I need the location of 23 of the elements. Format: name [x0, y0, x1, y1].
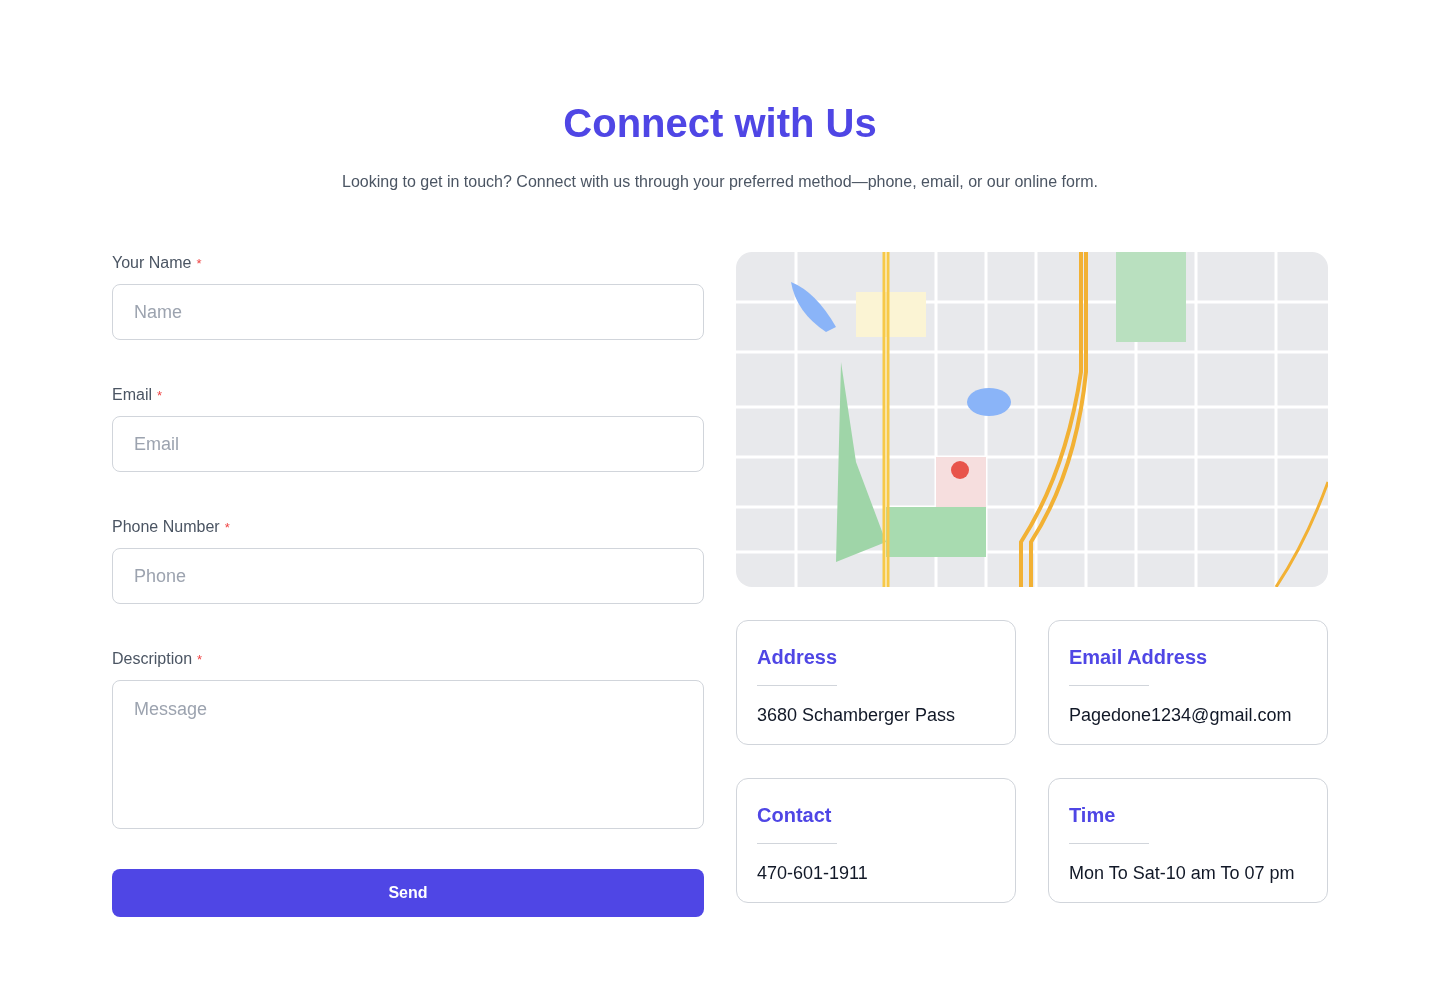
card-title: Time [1069, 803, 1116, 828]
input-field[interactable]: Name [112, 284, 704, 340]
required-mark: * [157, 387, 163, 405]
page-title: Connect with Us [562, 100, 878, 147]
card-title: Email Address [1069, 645, 1208, 670]
input-field[interactable]: Phone [112, 548, 704, 604]
field-label: Email [112, 385, 152, 405]
required-mark: * [224, 519, 230, 537]
input-field[interactable]: Email [112, 416, 704, 472]
card-value: 3680 Schamberger Pass [757, 704, 957, 727]
send-button[interactable]: Send [112, 869, 704, 917]
card-value: Pagedone1234@gmail.com [1069, 704, 1293, 727]
card-value: 470-601-1911 [757, 862, 869, 885]
page-subtitle: Looking to get in touch? Connect with us through your preferred method—phone, email, or our online form. [341, 172, 1099, 192]
card-title: Address [757, 645, 838, 670]
field-label: Description [112, 649, 193, 669]
message-field[interactable]: Message [112, 680, 704, 829]
field-label: Your Name [112, 253, 192, 273]
card-value: Mon To Sat-10 am To 07 pm [1069, 862, 1296, 885]
field-label: Phone Number [112, 517, 220, 537]
required-mark: * [196, 255, 202, 273]
required-mark: * [197, 651, 203, 669]
card-title: Contact [757, 803, 832, 828]
